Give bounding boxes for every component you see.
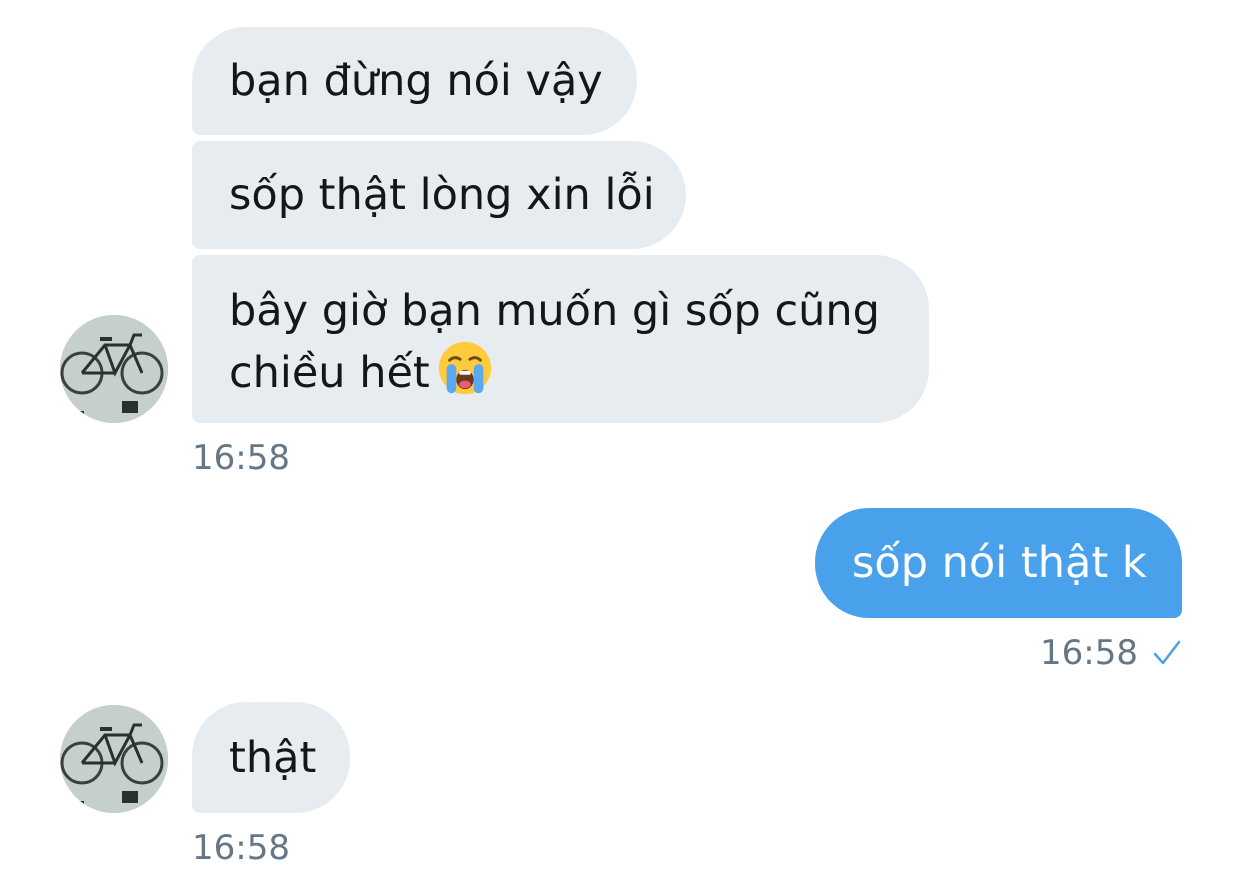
message-text: thật [229, 733, 317, 783]
message-text: sốp thật lòng xin lỗi [229, 170, 655, 220]
incoming-message-bubble[interactable]: thật [192, 702, 350, 813]
message-text: bây giờ bạn muốn gì sốp cũng chiều hết [229, 286, 880, 398]
incoming-message-bubble[interactable]: bây giờ bạn muốn gì sốp cũng chiều hết [192, 255, 929, 423]
bicycle-avatar-icon [60, 705, 168, 813]
checkmark-icon [1153, 640, 1181, 665]
bicycle-avatar-icon [60, 315, 168, 423]
message-timestamp: 16:58 [192, 438, 290, 478]
message-text: bạn đừng nói vậy [229, 56, 603, 106]
message-timestamp: 16:58 [1040, 633, 1138, 673]
loudly-crying-face-emoji-icon [438, 341, 491, 395]
contact-avatar[interactable] [60, 315, 168, 423]
message-text: sốp nói thật k [852, 538, 1147, 588]
outgoing-timestamp: 16:58 [1040, 633, 1182, 673]
contact-avatar[interactable] [60, 705, 168, 813]
outgoing-message-bubble[interactable]: sốp nói thật k [815, 508, 1182, 618]
incoming-message-bubble[interactable]: sốp thật lòng xin lỗi [192, 141, 686, 249]
message-timestamp: 16:58 [192, 828, 290, 868]
incoming-message-bubble[interactable]: bạn đừng nói vậy [192, 27, 637, 135]
